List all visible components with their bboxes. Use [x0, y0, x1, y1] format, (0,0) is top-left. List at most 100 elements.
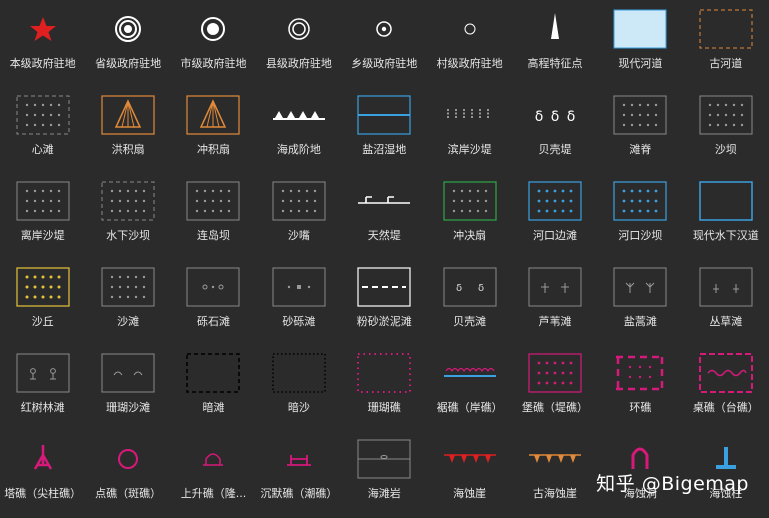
legend-item-label: 粉砂淤泥滩 [356, 315, 412, 328]
red-cliff-icon [440, 435, 500, 483]
gray-dot-box-icon [269, 177, 329, 225]
gray-dot-box-icon [610, 91, 670, 139]
legend-item: 天然堤 [342, 172, 427, 258]
legend-item-label: 砂砾滩 [282, 315, 316, 328]
legend-item-label: 塔礁（尖柱礁） [4, 487, 82, 500]
svg-text:δ: δ [551, 109, 560, 125]
legend-item: 上升礁（隆... [171, 430, 256, 516]
legend-item: 盐蒿滩 [598, 258, 683, 344]
legend-item-label: 县级政府驻地 [265, 57, 332, 70]
shell-row-icon: δδδ [525, 91, 585, 139]
black-dotted-box-icon [269, 349, 329, 397]
black-dashed-box-icon [183, 349, 243, 397]
triple-ring-icon [98, 5, 158, 53]
yellow-dot-box-icon [13, 263, 73, 311]
gray-dashed-dot-box-icon [98, 177, 158, 225]
submerged-reef-icon [269, 435, 329, 483]
legend-item-label: 滨岸沙堤 [447, 143, 492, 156]
legend-item-label: 砾石滩 [196, 315, 230, 328]
blue-box-icon [696, 177, 756, 225]
legend-item-label: 现代水下汉道 [692, 229, 759, 242]
legend-item: 沉默礁（潮礁） [256, 430, 341, 516]
svg-text:δ: δ [567, 109, 576, 125]
legend-item-label: 堡礁（堤礁） [522, 401, 589, 414]
double-ring-icon [269, 5, 329, 53]
gray-dot-box-icon [13, 177, 73, 225]
legend-item: 古河道 [683, 0, 768, 86]
legend-item: 心滩 [0, 86, 85, 172]
legend-item-label: 红树林滩 [20, 401, 65, 414]
legend-item: 冲决扇 [427, 172, 512, 258]
orange-fan-box-icon [98, 91, 158, 139]
legend-item: 连岛坝 [171, 172, 256, 258]
tower-reef-icon [13, 435, 73, 483]
legend-item: 滩脊 [598, 86, 683, 172]
fringing-reef-icon [440, 349, 500, 397]
legend-item-label: 乡级政府驻地 [351, 57, 418, 70]
legend-item: 砂砾滩 [256, 258, 341, 344]
tick-row-icon [440, 91, 500, 139]
legend-item-label: 心滩 [31, 143, 54, 156]
reed-box-icon [525, 263, 585, 311]
salt-herb-box-icon [610, 263, 670, 311]
legend-item: 沙滩 [85, 258, 170, 344]
magenta-dotted-box-icon [354, 349, 414, 397]
legend-item-label: 海成阶地 [276, 143, 321, 156]
legend-item: 水下沙坝 [85, 172, 170, 258]
legend-item-label: 暗沙 [287, 401, 310, 414]
legend-item: 本级政府驻地 [0, 0, 85, 86]
legend-item-label: 村级政府驻地 [436, 57, 503, 70]
legend-item: 丛草滩 [683, 258, 768, 344]
legend-item: 市级政府驻地 [171, 0, 256, 86]
legend-item-label: 河口边滩 [533, 229, 578, 242]
legend-item-label: 古海蚀崖 [533, 487, 578, 500]
legend-item: 裾礁（岸礁） [427, 344, 512, 430]
table-reef-icon [696, 349, 756, 397]
blue-dot-box-icon [610, 177, 670, 225]
legend-item-label: 冲决扇 [453, 229, 487, 242]
peak-icon [525, 5, 585, 53]
legend-item: 桌礁（台礁） [683, 344, 768, 430]
gray-dashed-dot-box-icon [13, 91, 73, 139]
small-ring-icon [440, 5, 500, 53]
svg-text:δ: δ [535, 109, 544, 125]
legend-item-label: 贝壳堤 [538, 143, 572, 156]
coral-sand-box-icon [98, 349, 158, 397]
shell-box-icon: δδ [440, 263, 500, 311]
legend-item-label: 芦苇滩 [538, 315, 572, 328]
legend-item-label: 贝壳滩 [453, 315, 487, 328]
beach-rock-box-icon [354, 435, 414, 483]
legend-item: 滨岸沙堤 [427, 86, 512, 172]
gravel-box-icon [183, 263, 243, 311]
svg-text:δ: δ [478, 283, 484, 294]
legend-grid: 本级政府驻地 省级政府驻地 市级政府驻地 县级政府驻地 乡级政府驻地 村级政府驻地 高程特征… [0, 0, 769, 518]
ring-dot-icon [354, 5, 414, 53]
green-dot-box-icon [440, 177, 500, 225]
orange-fan-box-icon [183, 91, 243, 139]
legend-item: 海蚀崖 [427, 430, 512, 516]
legend-item-label: 高程特征点 [527, 57, 583, 70]
legend-item-label: 环礁 [629, 401, 652, 414]
filled-blue-box-icon [610, 5, 670, 53]
legend-item: 塔礁（尖柱礁） [0, 430, 85, 516]
legend-item: δ δ 贝壳滩 [427, 258, 512, 344]
sand-gravel-box-icon [269, 263, 329, 311]
gray-dot-box-icon [183, 177, 243, 225]
magenta-dot-box-icon [525, 349, 585, 397]
levee-line-icon [354, 177, 414, 225]
patch-reef-ring-icon [98, 435, 158, 483]
legend-item-label: 上升礁（隆... [180, 487, 247, 500]
atoll-icon [610, 349, 670, 397]
legend-item: 沙嘴 [256, 172, 341, 258]
legend-item-label: 市级政府驻地 [180, 57, 247, 70]
legend-item: 红树林滩 [0, 344, 85, 430]
legend-item: 高程特征点 [512, 0, 597, 86]
legend-item-label: 盐蒿滩 [623, 315, 657, 328]
legend-item-label: 天然堤 [367, 229, 401, 242]
legend-item: 沙丘 [0, 258, 85, 344]
legend-item: 芦苇滩 [512, 258, 597, 344]
legend-item: 冲积扇 [171, 86, 256, 172]
legend-item: 河口沙坝 [598, 172, 683, 258]
legend-item-label: 滩脊 [629, 143, 652, 156]
orange-cliff-icon [525, 435, 585, 483]
